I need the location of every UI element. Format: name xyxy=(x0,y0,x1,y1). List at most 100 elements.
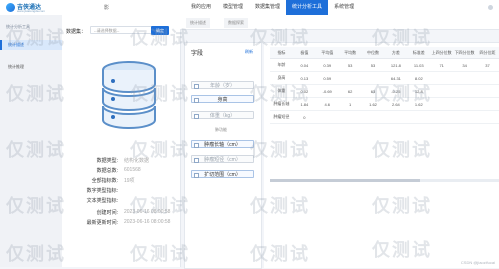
meta-key: 全部指标数: xyxy=(91,178,118,184)
dataset-select-value: --请选择数据-- xyxy=(94,28,120,33)
meta-key: 数字类型指标: xyxy=(86,188,118,194)
table-cell xyxy=(430,110,454,124)
column-header[interactable]: 上四分位数 xyxy=(430,47,454,59)
dataset-select[interactable]: --请选择数据-- ▾ xyxy=(90,26,160,34)
column-header[interactable]: 极值 xyxy=(292,47,316,59)
column-header[interactable]: 平均数 xyxy=(338,47,362,59)
table-row: 年龄 0.04 0.39 53 53 121.8 11.03 71 34 37 xyxy=(270,58,499,72)
dataset-panel: 数据集： --请选择数据-- ▾ 数据类型: 结构化数据 数据总数: 60156… xyxy=(62,15,181,267)
table-cell xyxy=(476,84,499,98)
meta-row: 数字类型指标: xyxy=(62,187,180,197)
table-cell xyxy=(476,71,499,85)
table-row: 肿瘤短径 0 xyxy=(270,110,499,124)
sidebar-group-title[interactable]: 统计分析工具 xyxy=(6,24,30,30)
scrollbar-thumb[interactable] xyxy=(270,179,420,182)
breadcrumb: 影 xyxy=(104,5,110,11)
sidebar-item-inference[interactable]: 统计推理 xyxy=(0,62,62,72)
checkbox-icon xyxy=(194,84,199,89)
column-header[interactable]: 下四分位数 xyxy=(453,47,477,59)
table-cell: 身高 xyxy=(270,71,293,85)
nav-model-management[interactable]: 模型管理 xyxy=(217,0,249,15)
table-cell: 34 xyxy=(453,58,477,72)
refresh-button[interactable]: 刷新 xyxy=(245,49,253,55)
meta-value: 19项 xyxy=(124,178,135,184)
column-header[interactable]: 指标 xyxy=(270,47,293,59)
user-avatar[interactable] xyxy=(488,5,493,10)
horizontal-scrollbar[interactable] xyxy=(270,179,499,182)
field-item[interactable]: 扩切范围（cm） xyxy=(191,170,254,178)
column-header[interactable]: 平均值 xyxy=(315,47,339,59)
field-panel-title: 字段 xyxy=(191,51,204,57)
meta-row: 最新更新时间: 2023-06-16 08:00:58 xyxy=(62,219,180,229)
table-cell xyxy=(430,97,454,111)
nav-dataset-management[interactable]: 数据集管理 xyxy=(249,0,286,15)
field-label: 扩切范围（cm） xyxy=(204,172,241,178)
logo-mark xyxy=(6,3,15,12)
field-item[interactable]: 肿瘤短径（cm） xyxy=(191,155,254,163)
table-cell xyxy=(430,84,454,98)
table-cell xyxy=(361,110,385,124)
checkbox-icon xyxy=(194,98,199,103)
table-cell xyxy=(430,71,454,85)
table-cell: 1 xyxy=(338,97,362,111)
table-cell xyxy=(315,110,339,124)
table-cell: 0.04 xyxy=(292,58,316,72)
field-label: 体重（kg） xyxy=(209,113,236,119)
field-item[interactable]: 体重（kg） xyxy=(191,111,254,119)
table-cell: 71 xyxy=(430,58,454,72)
table-cell: 8.02 xyxy=(407,71,431,85)
logo[interactable]: 吉侠通达 www.jixiatongda.com xyxy=(6,2,45,13)
nav-system-management[interactable]: 系统管理 xyxy=(328,0,360,15)
column-header[interactable]: 标准差 xyxy=(407,47,431,59)
meta-key: 文本类型指标: xyxy=(86,198,118,204)
nav-statistics-tools[interactable]: 统计分析工具 xyxy=(286,0,329,15)
field-label: 肿瘤长轴（cm） xyxy=(204,142,241,148)
database-icon xyxy=(102,61,156,129)
table-cell xyxy=(476,110,499,124)
table-cell: 0.02 xyxy=(292,84,316,98)
meta-row: 全部指标数: 19项 xyxy=(62,177,180,187)
table-cell: 12.8 xyxy=(407,84,431,98)
field-item[interactable]: 年龄（岁） xyxy=(191,81,254,89)
column-header[interactable]: 四分位距 xyxy=(476,47,499,59)
meta-key: 数据总数: xyxy=(96,168,118,174)
field-label: 肿瘤短径（cm） xyxy=(204,157,241,163)
meta-key: 最新更新时间: xyxy=(86,220,118,226)
stats-table-area: 指标 极值 平均值 平均数 中位数 方差 标准差 上四分位数 下四分位数 四分位… xyxy=(264,42,499,268)
table-cell xyxy=(453,97,477,111)
table-cell xyxy=(407,110,431,124)
meta-row: 数据类型: 结构化数据 xyxy=(62,157,180,167)
tab-statistics-description[interactable]: 统计描述 xyxy=(186,18,210,28)
column-header[interactable]: 方差 xyxy=(384,47,408,59)
tab-data-exploration[interactable]: 数据探索 xyxy=(224,18,248,28)
table-cell: 1.84 xyxy=(292,97,316,111)
meta-row: 文本类型指标: xyxy=(62,197,180,207)
table-row: 身高 0.13 0.59 64.31 8.02 xyxy=(270,71,499,85)
table-header-row: 指标 极值 平均值 平均数 中位数 方差 标准差 上四分位数 下四分位数 四分位… xyxy=(270,47,499,59)
table-cell: 肿瘤短径 xyxy=(270,110,293,124)
main-nav: 我的应用 模型管理 数据集管理 统计分析工具 系统管理 xyxy=(185,0,360,15)
table-cell xyxy=(361,71,385,85)
table-cell: 年龄 xyxy=(270,58,293,72)
table-cell: 53 xyxy=(361,58,385,72)
field-panel: 字段 刷新 年龄（岁） 身高 体重（kg） 肺功能 肿瘤长轴（cm） 肿瘤短径（… xyxy=(184,42,262,269)
nav-my-apps[interactable]: 我的应用 xyxy=(185,0,217,15)
sidebar: 统计分析工具 统计描述 统计推理 xyxy=(0,15,63,267)
checkbox-icon xyxy=(194,143,199,148)
checkbox-icon xyxy=(194,114,199,119)
table-cell: 11.03 xyxy=(407,58,431,72)
dataset-label: 数据集： xyxy=(66,29,87,35)
confirm-dataset-button[interactable]: 确定 xyxy=(151,26,169,35)
table-cell: 63 xyxy=(361,84,385,98)
table-cell: 1.62 xyxy=(407,97,431,111)
checkbox-icon xyxy=(194,173,199,178)
column-header[interactable]: 中位数 xyxy=(361,47,385,59)
table-cell: 37 xyxy=(476,58,499,72)
field-item[interactable]: 身高 xyxy=(191,95,254,103)
logo-subtitle: www.jixiatongda.com xyxy=(17,9,46,13)
table-cell: 64.31 xyxy=(384,71,408,85)
field-item[interactable]: 肿瘤长轴（cm） xyxy=(191,140,254,148)
sidebar-item-description[interactable]: 统计描述 xyxy=(0,40,62,50)
table-cell xyxy=(453,110,477,124)
footer-credit: CSDN @jiaozifucai xyxy=(460,260,495,265)
